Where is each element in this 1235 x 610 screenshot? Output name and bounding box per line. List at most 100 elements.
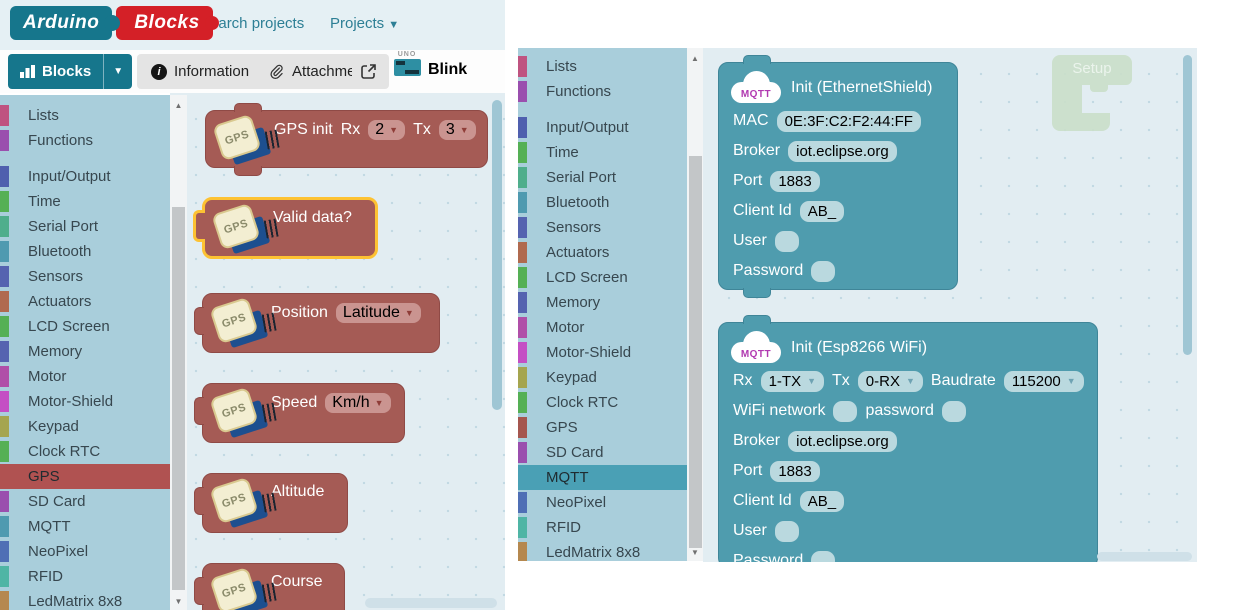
- category-item[interactable]: RFID: [0, 564, 170, 589]
- tx-dropdown[interactable]: 0-RX▼: [858, 371, 923, 392]
- category-item[interactable]: Bluetooth: [518, 190, 687, 215]
- category-item[interactable]: Motor-Shield: [0, 389, 170, 414]
- gps-module-icon: GPS: [211, 479, 269, 529]
- category-item[interactable]: Actuators: [518, 240, 687, 265]
- blocks-dropdown-caret[interactable]: ▼: [103, 54, 132, 89]
- rx-dropdown[interactable]: 1-TX▼: [761, 371, 824, 392]
- category-item[interactable]: LedMatrix 8x8: [0, 589, 170, 610]
- category-item[interactable]: LCD Screen: [0, 314, 170, 339]
- category-color-chip: [0, 316, 9, 337]
- category-item[interactable]: GPS: [0, 464, 170, 489]
- speed-unit-dropdown[interactable]: Km/h▼: [325, 393, 390, 413]
- mqtt-flyout-workspace[interactable]: Setup MQTT Init (EthernetShield) MAC0E:3…: [703, 48, 1197, 562]
- category-item[interactable]: Clock RTC: [0, 439, 170, 464]
- category-color-chip: [518, 292, 527, 313]
- category-item[interactable]: Time: [0, 189, 170, 214]
- category-item[interactable]: Clock RTC: [518, 390, 687, 415]
- category-item[interactable]: Bluetooth: [0, 239, 170, 264]
- category-item[interactable]: NeoPixel: [518, 490, 687, 515]
- port-field[interactable]: 1883: [770, 171, 819, 192]
- category-item[interactable]: Sensors: [0, 264, 170, 289]
- category-item[interactable]: Memory: [0, 339, 170, 364]
- block-mqtt-init-ethernetshield[interactable]: MQTT Init (EthernetShield) MAC0E:3F:C2:F…: [718, 62, 958, 290]
- gps-flyout-workspace[interactable]: GPS GPS init Rx 2▼ Tx 3▼ GPS Valid data?…: [170, 93, 505, 610]
- left-sidebar-scrollbar[interactable]: ▲ ▼: [170, 95, 187, 610]
- category-item[interactable]: Serial Port: [0, 214, 170, 239]
- flyout-vertical-scrollbar[interactable]: [1183, 55, 1192, 355]
- block-gps-altitude[interactable]: GPS Altitude: [202, 473, 348, 533]
- password-field[interactable]: [811, 261, 835, 282]
- user-field[interactable]: [775, 521, 799, 542]
- gps-module-icon: GPS: [211, 299, 269, 349]
- baudrate-dropdown[interactable]: 115200▼: [1004, 371, 1084, 392]
- category-item[interactable]: Lists: [0, 103, 170, 128]
- category-item[interactable]: Time: [518, 140, 687, 165]
- category-color-chip: [518, 217, 527, 238]
- tx-pin-dropdown[interactable]: 3▼: [439, 120, 476, 140]
- block-gps-valid-data[interactable]: GPS Valid data?: [202, 197, 378, 259]
- scroll-up-icon[interactable]: ▲: [687, 54, 703, 63]
- category-item[interactable]: Lists: [518, 54, 687, 79]
- category-color-chip: [0, 291, 9, 312]
- block-gps-init[interactable]: GPS GPS init Rx 2▼ Tx 3▼: [205, 110, 488, 168]
- broker-field[interactable]: iot.eclipse.org: [788, 431, 897, 452]
- scrollbar-thumb[interactable]: [689, 156, 702, 548]
- workspace-horizontal-scrollbar[interactable]: [1097, 552, 1192, 561]
- category-item[interactable]: Motor: [0, 364, 170, 389]
- wifi-password-field[interactable]: [942, 401, 966, 422]
- category-color-chip: [518, 267, 527, 288]
- block-gps-course[interactable]: GPS Course: [202, 563, 345, 610]
- rx-pin-dropdown[interactable]: 2▼: [368, 120, 405, 140]
- category-color-chip: [0, 130, 9, 151]
- category-item[interactable]: SD Card: [518, 440, 687, 465]
- nav-projects-menu[interactable]: Projects▼: [330, 15, 399, 32]
- scroll-down-icon[interactable]: ▼: [687, 548, 703, 557]
- port-field[interactable]: 1883: [770, 461, 819, 482]
- category-item[interactable]: RFID: [518, 515, 687, 540]
- category-item[interactable]: NeoPixel: [0, 539, 170, 564]
- block-gps-speed[interactable]: GPS Speed Km/h▼: [202, 383, 405, 443]
- blocks-button[interactable]: Blocks ▼: [8, 54, 132, 89]
- category-item[interactable]: MQTT: [0, 514, 170, 539]
- category-item[interactable]: Keypad: [0, 414, 170, 439]
- category-item[interactable]: Motor: [518, 315, 687, 340]
- category-item[interactable]: Keypad: [518, 365, 687, 390]
- share-button[interactable]: [352, 54, 385, 89]
- block-gps-position[interactable]: GPS Position Latitude▼: [202, 293, 440, 353]
- right-sidebar-scrollbar[interactable]: ▲ ▼: [687, 48, 703, 561]
- category-color-chip: [518, 317, 527, 338]
- category-item[interactable]: Actuators: [0, 289, 170, 314]
- category-item[interactable]: SD Card: [0, 489, 170, 514]
- client-id-field[interactable]: AB_: [800, 491, 844, 512]
- category-item[interactable]: Input/Output: [518, 115, 687, 140]
- password-field[interactable]: [811, 551, 835, 563]
- category-item[interactable]: Functions: [518, 79, 687, 104]
- mac-field[interactable]: 0E:3F:C2:F2:44:FF: [777, 111, 921, 132]
- category-item[interactable]: LCD Screen: [518, 265, 687, 290]
- flyout-vertical-scrollbar[interactable]: [492, 100, 502, 410]
- category-item[interactable]: Functions: [0, 128, 170, 153]
- category-item[interactable]: Memory: [518, 290, 687, 315]
- board-indicator: UNO: [392, 51, 422, 76]
- category-color-chip: [0, 266, 9, 287]
- broker-field[interactable]: iot.eclipse.org: [788, 141, 897, 162]
- wifi-network-field[interactable]: [833, 401, 857, 422]
- category-item[interactable]: MQTT: [518, 465, 687, 490]
- position-unit-dropdown[interactable]: Latitude▼: [336, 303, 421, 323]
- app-logo[interactable]: Arduino Blocks: [10, 6, 213, 40]
- category-item[interactable]: Sensors: [518, 215, 687, 240]
- category-item[interactable]: Motor-Shield: [518, 340, 687, 365]
- category-item[interactable]: Input/Output: [0, 164, 170, 189]
- workspace-horizontal-scrollbar[interactable]: [365, 598, 497, 608]
- category-item[interactable]: LedMatrix 8x8: [518, 540, 687, 561]
- category-item[interactable]: GPS: [518, 415, 687, 440]
- client-id-field[interactable]: AB_: [800, 201, 844, 222]
- category-color-chip: [0, 191, 9, 212]
- scrollbar-thumb[interactable]: [172, 207, 185, 590]
- block-mqtt-init-esp8266-wifi[interactable]: MQTT Init (Esp8266 WiFi) Rx 1-TX▼ Tx 0-R…: [718, 322, 1098, 562]
- scroll-down-icon[interactable]: ▼: [170, 597, 187, 606]
- category-item[interactable]: Serial Port: [518, 165, 687, 190]
- user-field[interactable]: [775, 231, 799, 252]
- information-button[interactable]: i Information: [143, 63, 257, 80]
- scroll-up-icon[interactable]: ▲: [170, 101, 187, 110]
